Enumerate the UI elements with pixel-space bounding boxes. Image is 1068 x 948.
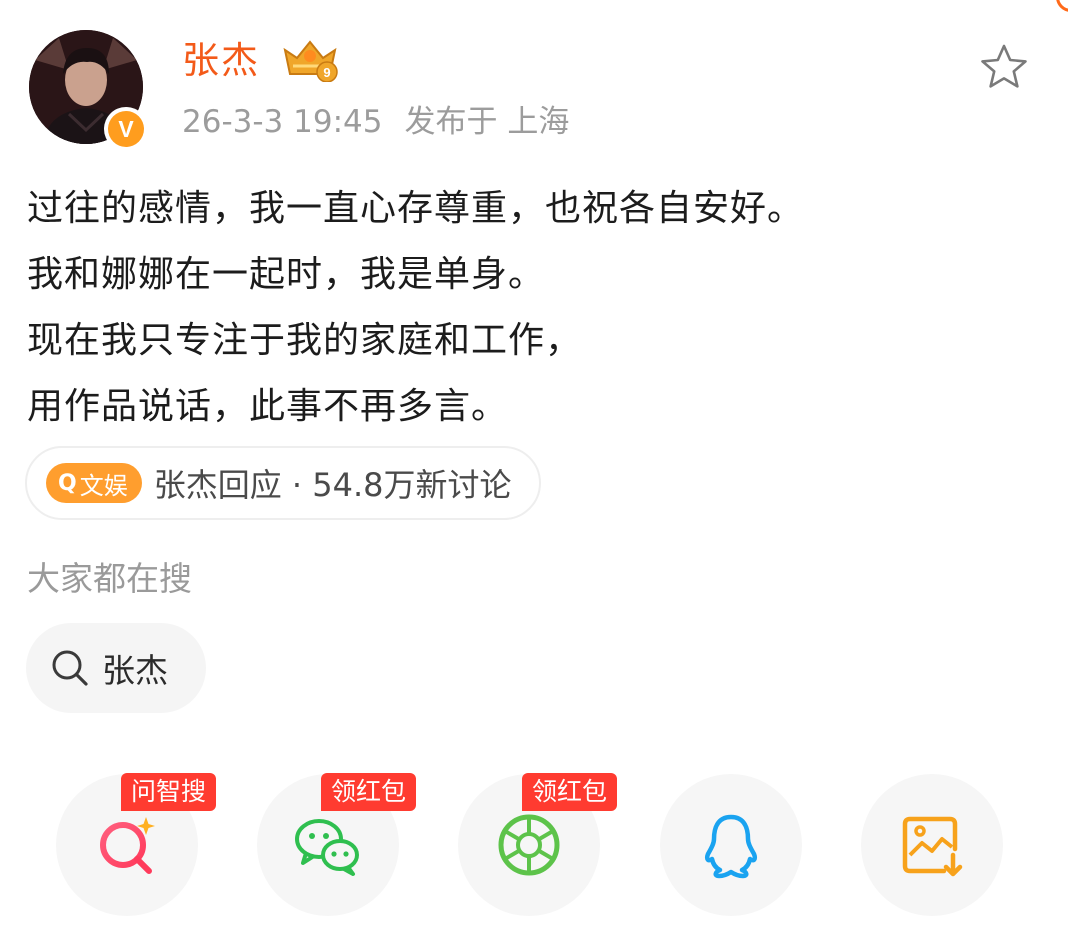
verified-badge: V xyxy=(104,107,148,151)
location-prefix: 发布于 xyxy=(404,104,498,140)
share-badge: 问智搜 xyxy=(121,773,217,811)
share-badge: 领红包 xyxy=(522,773,618,811)
search-chip-label: 张杰 xyxy=(102,651,168,690)
search-chip[interactable]: 张杰 xyxy=(26,623,206,713)
search-icon xyxy=(52,650,88,686)
favorite-star-icon[interactable] xyxy=(978,42,1030,92)
post-content: 过往的感情，我一直心存尊重，也祝各自安好。 我和娜娜在一起时，我是单身。 现在我… xyxy=(27,176,1037,440)
share-qq-button[interactable] xyxy=(660,774,802,916)
topic-pill[interactable]: Q 文娱 张杰回应 · 54.8万新讨论 xyxy=(25,446,542,520)
post-line: 我和娜娜在一起时，我是单身。 xyxy=(27,254,546,295)
post-line: 现在我只专注于我的家庭和工作， xyxy=(27,320,583,361)
topic-text: 张杰回应 · 54.8万新讨论 xyxy=(153,466,512,504)
post-time: 26-3-3 19:45 xyxy=(182,104,383,140)
wechat-icon xyxy=(295,819,359,876)
search-q-icon: Q xyxy=(58,470,77,496)
ai-search-icon xyxy=(100,817,155,874)
trending-search-title: 大家都在搜 xyxy=(27,559,192,598)
verified-mark: V xyxy=(108,111,144,147)
qq-icon xyxy=(704,814,758,879)
author-name[interactable]: 张杰 xyxy=(182,37,260,85)
topic-tag: Q 文娱 xyxy=(46,463,142,503)
save-image-icon xyxy=(902,816,963,877)
moments-icon xyxy=(498,814,560,876)
crown-level-icon: 9 xyxy=(283,40,338,82)
post-location: 上海 xyxy=(507,104,570,140)
share-badge: 领红包 xyxy=(321,773,417,811)
post-meta: 26-3-3 19:45 发布于 上海 xyxy=(182,100,569,144)
level-number: 9 xyxy=(323,65,330,80)
topic-tag-label: 文娱 xyxy=(79,471,128,500)
post-line: 用作品说话，此事不再多言。 xyxy=(27,386,509,427)
share-save-image-button[interactable] xyxy=(861,774,1003,916)
post-line: 过往的感情，我一直心存尊重，也祝各自安好。 xyxy=(27,188,805,229)
corner-decoration xyxy=(1056,0,1068,12)
